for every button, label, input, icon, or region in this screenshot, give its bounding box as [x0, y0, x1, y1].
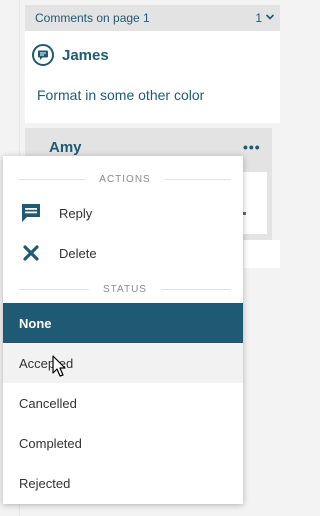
status-option-rejected[interactable]: Rejected	[3, 463, 243, 503]
actions-section-label: ACTIONS	[19, 172, 231, 186]
status-option-completed-label: Completed	[19, 435, 82, 451]
status-option-none[interactable]: None	[3, 303, 243, 343]
status-option-rejected-label: Rejected	[19, 475, 71, 491]
reply-icon	[20, 202, 42, 224]
mouse-pointer-icon	[52, 355, 66, 377]
menu-item-delete-label: Delete	[59, 245, 97, 261]
comment-avatar-icon	[32, 44, 54, 66]
comment-context-menu: ACTIONS Reply Delete STATUS None Accepte…	[3, 156, 243, 504]
comment-text: Format in some other color	[37, 87, 205, 103]
delete-x-icon	[20, 242, 42, 264]
comment-author: James	[62, 46, 109, 64]
comments-page-header[interactable]: Comments on page 1 1	[25, 5, 280, 31]
comments-page-label: Comments on page 1	[35, 11, 150, 25]
reply-author: Amy	[49, 139, 82, 156]
menu-item-reply-label: Reply	[59, 205, 93, 221]
more-options-icon[interactable]: •••	[243, 139, 261, 155]
status-option-completed[interactable]: Completed	[3, 423, 243, 463]
status-section-label: STATUS	[19, 282, 231, 296]
reply-body	[243, 172, 267, 234]
chevron-down-icon[interactable]	[265, 12, 275, 22]
status-option-none-label: None	[19, 315, 52, 331]
reply-text-fragment	[243, 212, 246, 215]
menu-item-delete[interactable]: Delete	[3, 233, 243, 273]
reply-input-strip	[244, 240, 280, 268]
menu-item-reply[interactable]: Reply	[3, 193, 243, 233]
status-option-cancelled[interactable]: Cancelled	[3, 383, 243, 423]
comments-count: 1	[255, 11, 262, 25]
status-option-accepted[interactable]: Accepted	[3, 343, 243, 383]
comment-author-row: James	[32, 44, 109, 66]
status-option-cancelled-label: Cancelled	[19, 395, 77, 411]
